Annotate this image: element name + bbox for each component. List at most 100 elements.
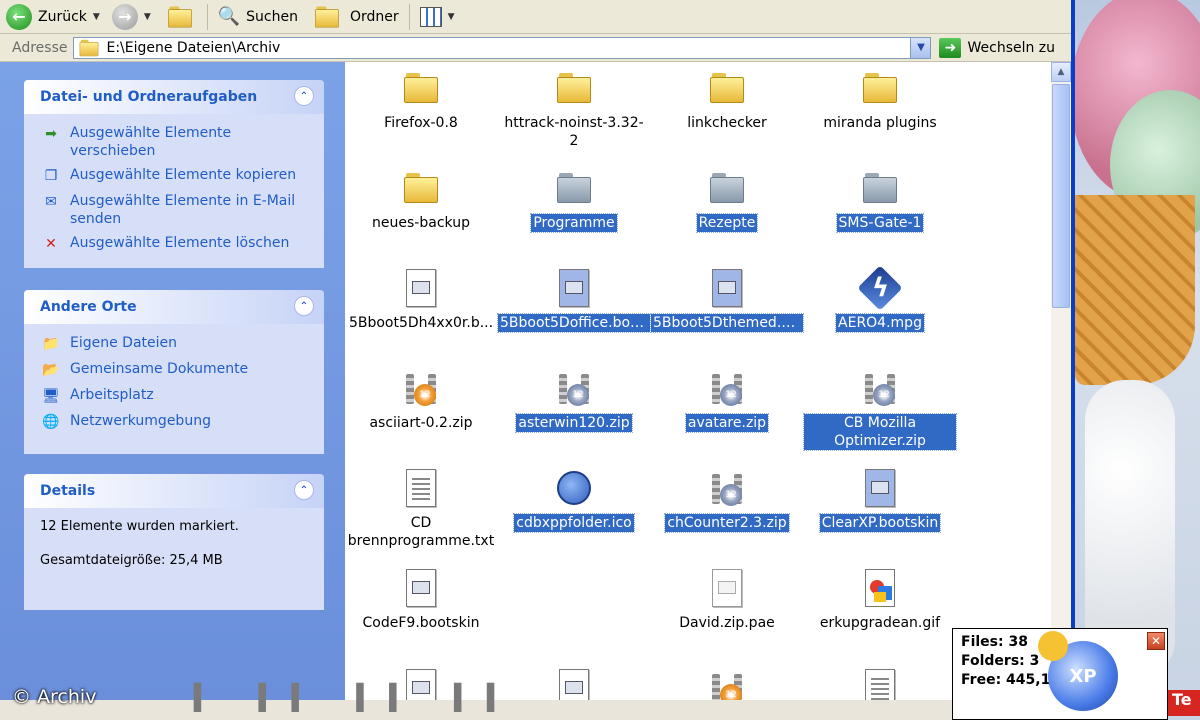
item-label: cdbxppfolder.ico — [513, 513, 635, 533]
file-item[interactable]: 12 — [651, 666, 803, 700]
search-button[interactable]: 🔍 Suchen — [212, 3, 304, 31]
file-item[interactable]: 5Bboot5Doffice.boo... — [497, 266, 651, 336]
scroll-thumb[interactable] — [1052, 84, 1070, 308]
xp-logo-text: XP — [1069, 665, 1097, 687]
file-tasks-list: ➡ Ausgewählte Elemente verschieben ❐ Aus… — [24, 114, 324, 270]
task-delete[interactable]: ✕ Ausgewählte Elemente löschen — [40, 234, 312, 254]
address-dropdown-icon[interactable]: ▼ — [910, 37, 931, 58]
item-label: asciiart-0.2.zip — [369, 415, 473, 431]
collapse-chevron-icon[interactable]: ⌃ — [294, 296, 314, 316]
folder-item[interactable]: linkchecker — [651, 66, 803, 136]
place-my-computer[interactable]: 🖥 Arbeitsplatz — [40, 386, 312, 406]
address-input[interactable]: E:\Eigene Dateien\Archiv ▼ — [73, 36, 932, 59]
ice-cream-cone — [1075, 195, 1195, 385]
folder-item[interactable]: httrack-noinst-3.32-2 — [498, 66, 650, 154]
item-label: CB Mozilla Optimizer.zip — [803, 413, 957, 451]
item-icon-wrap — [345, 466, 497, 510]
item-label: ClearXP.bootskin — [818, 513, 942, 533]
file-item[interactable]: 12 CB Mozilla Optimizer.zip — [803, 366, 957, 454]
folder-icon — [404, 73, 438, 103]
file-item[interactable]: David.zip.pae — [651, 566, 803, 636]
file-item[interactable]: CD brennprogramme.txt — [345, 466, 497, 554]
up-folder-icon — [167, 6, 192, 28]
item-label: Firefox-0.8 — [384, 115, 458, 131]
item-label: chCounter2.3.zip — [664, 513, 790, 533]
item-label: asterwin120.zip — [515, 413, 633, 433]
file-item[interactable] — [498, 666, 650, 700]
views-icon — [419, 6, 442, 27]
back-button[interactable]: ← Zurück ▼ — [0, 3, 106, 31]
file-item[interactable]: 12 avatare.zip — [651, 366, 803, 436]
close-icon[interactable]: ✕ — [1147, 632, 1165, 650]
folder-item[interactable]: miranda plugins — [804, 66, 956, 136]
place-network[interactable]: 🌐 Netzwerkumgebung — [40, 412, 312, 432]
selection-count: 12 Elemente wurden markiert. — [40, 519, 239, 534]
item-label: Programme — [530, 213, 618, 233]
forward-dropdown-icon[interactable]: ▼ — [144, 12, 151, 22]
go-arrow-icon: ➜ — [939, 37, 962, 58]
item-icon-wrap — [804, 66, 956, 110]
other-places-list: 📁 Eigene Dateien 📂 Gemeinsame Dokumente … — [24, 324, 324, 448]
forward-button[interactable]: → ▼ — [106, 3, 157, 31]
place-my-documents-label: Eigene Dateien — [70, 335, 178, 351]
item-label: CodeF9.bootskin — [362, 615, 480, 631]
file-item[interactable]: ϟ AERO4.mpg — [804, 265, 956, 336]
task-move[interactable]: ➡ Ausgewählte Elemente verschieben — [40, 124, 312, 160]
vertical-scrollbar[interactable]: ▲ — [1051, 62, 1071, 700]
collapse-chevron-icon[interactable]: ⌃ — [294, 480, 314, 500]
file-item[interactable]: 12 chCounter2.3.zip — [651, 466, 803, 536]
item-label: Rezepte — [695, 213, 759, 233]
place-shared-documents[interactable]: 📂 Gemeinsame Dokumente — [40, 360, 312, 380]
up-folder-button[interactable] — [157, 3, 203, 31]
file-item[interactable]: ClearXP.bootskin — [804, 466, 956, 536]
folder-icon — [557, 73, 591, 103]
folder-item[interactable]: neues-backup — [345, 166, 497, 236]
folders-button[interactable]: Ordner — [304, 3, 405, 31]
item-icon-wrap — [498, 466, 650, 510]
back-dropdown-icon[interactable]: ▼ — [93, 12, 100, 22]
details-header[interactable]: Details ⌃ — [24, 474, 324, 508]
xp-logo-ball — [1038, 631, 1068, 661]
toolbar: ← Zurück ▼ → ▼ 🔍 Suchen Ordner ▼ — [0, 0, 1071, 34]
file-item[interactable]: 12 asterwin120.zip — [498, 366, 650, 436]
toolbar-separator — [408, 3, 410, 30]
file-item[interactable]: 5Bboot5Dthemed.b... — [650, 266, 804, 336]
item-label: 5Bboot5Doffice.boo... — [497, 313, 651, 333]
folder-icon — [404, 173, 438, 203]
xp-logo: XP — [1038, 631, 1118, 711]
item-icon-wrap: 12 — [651, 366, 803, 410]
file-item[interactable]: CodeF9.bootskin — [345, 566, 497, 636]
item-icon-wrap — [345, 566, 497, 610]
search-icon: 🔍 — [217, 6, 241, 27]
file-item[interactable]: cdbxppfolder.ico — [498, 466, 650, 536]
folder-item[interactable]: Programme — [498, 166, 650, 236]
go-button[interactable]: ➜ Wechseln zu — [939, 37, 1055, 58]
folder-item[interactable]: SMS-Gate-1 — [804, 166, 956, 236]
file-tasks-header[interactable]: Datei- und Ordneraufgaben ⌃ — [24, 80, 324, 114]
item-icon-wrap: 12 — [498, 366, 650, 410]
scroll-up-icon[interactable]: ▲ — [1051, 62, 1071, 82]
file-item[interactable]: erkupgradean.gif — [804, 566, 956, 636]
views-dropdown-icon[interactable]: ▼ — [448, 12, 455, 22]
item-icon-wrap — [651, 66, 803, 110]
folder-item[interactable]: Firefox-0.8 — [345, 66, 497, 136]
item-icon-wrap — [498, 266, 650, 310]
folders-label: Ordner — [350, 8, 399, 25]
task-email[interactable]: ✉ Ausgewählte Elemente in E-Mail senden — [40, 192, 312, 228]
collapse-chevron-icon[interactable]: ⌃ — [294, 86, 314, 106]
bootskin-file-icon — [865, 469, 895, 507]
task-delete-label: Ausgewählte Elemente löschen — [70, 235, 290, 251]
bootskin-file-icon — [559, 669, 589, 700]
folder-item[interactable]: Rezepte — [651, 166, 803, 236]
file-item[interactable] — [804, 666, 956, 700]
image-file-icon — [865, 569, 895, 607]
file-item[interactable]: 12 asciiart-0.2.zip — [345, 366, 497, 436]
views-button[interactable]: ▼ — [414, 3, 461, 31]
email-icon: ✉ — [45, 194, 57, 210]
place-my-documents[interactable]: 📁 Eigene Dateien — [40, 334, 312, 354]
task-copy[interactable]: ❐ Ausgewählte Elemente kopieren — [40, 166, 312, 186]
item-label: SMS-Gate-1 — [835, 213, 925, 233]
other-places-header[interactable]: Andere Orte ⌃ — [24, 290, 324, 324]
bootskin-file-icon — [406, 269, 436, 307]
file-item[interactable]: 5Bboot5Dh4xx0r.b... — [345, 266, 497, 336]
